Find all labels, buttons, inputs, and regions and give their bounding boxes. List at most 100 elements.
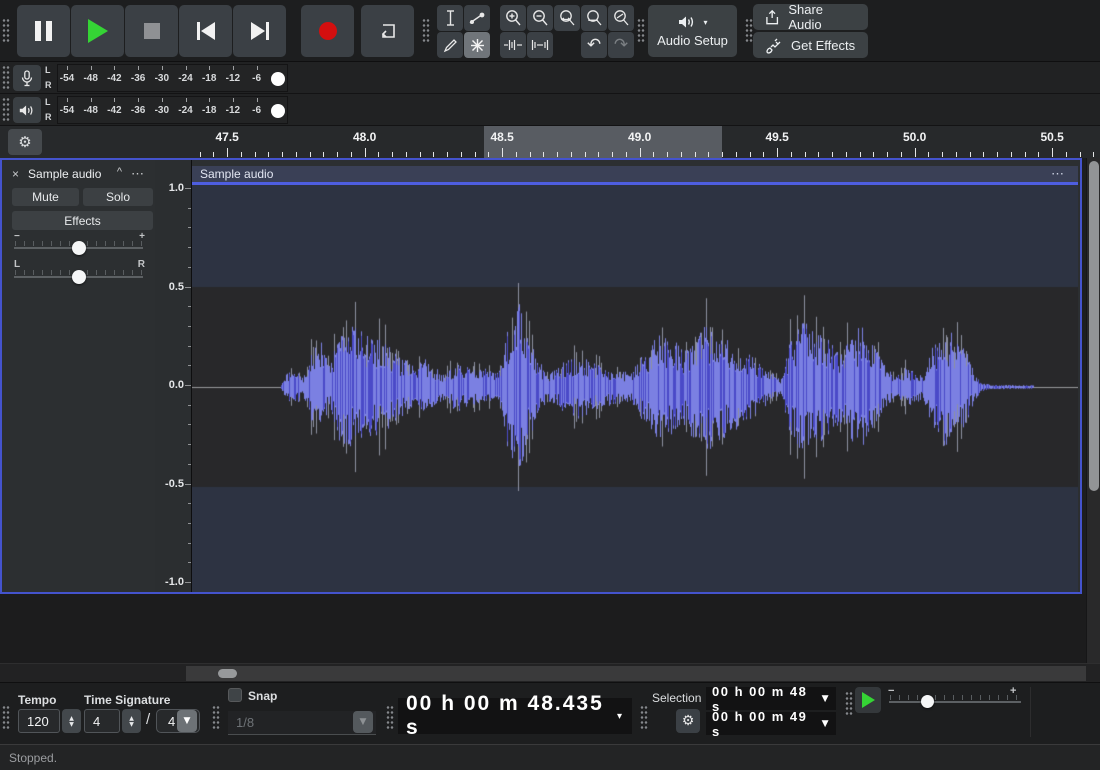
track-close-button[interactable]: × [12,167,19,181]
vertical-scrollbar-thumb[interactable] [1089,161,1099,491]
selection-toolbar-grip[interactable] [640,705,648,731]
selection-end-display[interactable]: 00 h 00 m 49 s ▼ [706,712,836,735]
playback-meter-grip[interactable] [2,97,10,123]
trim-audio-button[interactable] [500,32,526,58]
empty-track-space [0,594,1086,663]
playback-meter-button[interactable] [13,97,41,123]
horizontal-scrollbar-track[interactable] [186,666,1086,681]
play-button[interactable] [71,5,124,57]
play-at-speed-grip[interactable] [845,691,853,717]
meter-scale-tick [233,98,234,102]
get-effects-button[interactable]: Get Effects [753,32,868,58]
vertical-scale-ruler[interactable]: 1.00.50.0-0.5-1.0 [155,160,192,592]
caret-down-icon: ▼ [360,717,367,727]
recording-meter-button[interactable] [13,65,41,91]
recording-meter-grip[interactable] [2,65,10,91]
audio-clip[interactable]: Sample audio ⋯ [192,160,1078,592]
time-signature-upper-input[interactable]: 4 [84,709,120,733]
snap-interval-caret[interactable]: ▼ [353,711,373,733]
timeline-tick [365,148,366,157]
timeline-tick [915,148,916,157]
timeline-tick [1080,152,1081,157]
tempo-input[interactable]: 120 [18,709,60,733]
audio-setup-button[interactable]: ▾ Audio Setup [648,5,737,57]
skip-to-start-button[interactable] [179,5,232,57]
snap-checkbox[interactable] [228,688,242,702]
recording-meter-knob [271,72,285,86]
draw-tool-button[interactable] [437,32,463,58]
vertical-scrollbar[interactable] [1086,158,1100,663]
clip-header[interactable]: Sample audio [192,166,1078,182]
loop-button[interactable] [361,5,414,57]
timeline-tick [626,152,627,157]
envelope-tool-button[interactable] [464,5,490,31]
timeline-ruler[interactable]: ⚙ 47.548.048.549.049.550.050.5 [0,126,1100,158]
timeline-tick [1066,152,1067,157]
time-display-grip[interactable] [386,705,394,731]
zoom-fit-project-button[interactable] [581,5,607,31]
redo-button[interactable]: ↷ [608,32,634,58]
selection-start-display[interactable]: 00 h 00 m 48 s ▼ [706,687,836,710]
time-signature-upper-stepper[interactable]: ▲▼ [122,709,141,733]
record-button[interactable] [301,5,354,57]
speed-slider-thumb[interactable] [921,695,934,708]
timeline-tick [433,152,434,157]
timeline-gear-icon: ⚙ [18,133,31,151]
track-menu-button[interactable]: ⋯ [131,166,145,182]
caret-down-icon: ▼ [822,719,830,729]
mute-button[interactable]: Mute [12,188,79,206]
horizontal-scrollbar-thumb[interactable] [218,669,237,678]
timeline-tick [282,152,283,157]
horizontal-scrollbar[interactable] [0,663,1100,682]
timeline-selection-highlight [484,126,722,158]
timeline-tick [722,152,723,157]
effects-button[interactable]: Effects [12,211,153,230]
transport-toolbar-grip[interactable] [2,18,10,44]
pause-button[interactable] [17,5,70,57]
timeline-tick [640,148,641,157]
timeline-tick [708,152,709,157]
vruler-tick [188,208,191,209]
pan-slider-thumb[interactable] [72,270,86,284]
silence-audio-button[interactable] [527,32,553,58]
timeline-tick [213,152,214,157]
timeline-tick [268,152,269,157]
tools-toolbar-grip[interactable] [422,18,430,44]
solo-button[interactable]: Solo [83,188,153,206]
meter-scale-tick [257,66,258,70]
track-collapse-button[interactable]: ^ [117,166,122,178]
timeline-tick [791,152,792,157]
share-audio-button[interactable]: Share Audio [753,4,868,30]
track-title[interactable]: Sample audio [28,167,101,181]
multi-tool-button[interactable] [464,32,490,58]
timeline-tick [255,152,256,157]
snap-toolbar-grip[interactable] [212,705,220,731]
waveform-canvas[interactable] [192,185,1078,592]
tempo-stepper[interactable]: ▲▼ [62,709,81,733]
share-toolbar-grip[interactable] [745,18,753,44]
audio-position-display[interactable]: 00 h 00 m 48.435 s ▾ [398,698,632,734]
time-signature-lower-caret[interactable]: ▼ [177,710,197,732]
gain-slider-thumb[interactable] [72,241,86,255]
zoom-out-button[interactable] [527,5,553,31]
selection-options-button[interactable]: ⚙ [676,709,700,733]
skip-to-end-button[interactable] [233,5,286,57]
speed-slider-track[interactable] [889,701,1021,703]
audio-setup-toolbar-grip[interactable] [637,18,645,44]
playback-meter[interactable]: -54-48-42-36-30-24-18-12-6 [57,96,288,124]
recording-meter[interactable]: -54-48-42-36-30-24-18-12-6 [57,64,288,92]
play-at-speed-button[interactable] [855,687,881,713]
zoom-toggle-button[interactable] [608,5,634,31]
play-icon [88,19,108,43]
meter-scale-tick [138,66,139,70]
timeline-options-button[interactable]: ⚙ [8,129,42,155]
zoom-in-icon [504,9,522,27]
selection-tool-button[interactable] [437,5,463,31]
zoom-selection-button[interactable] [554,5,580,31]
stop-button[interactable] [125,5,178,57]
zoom-in-button[interactable] [500,5,526,31]
clip-menu-button[interactable]: ⋯ [1051,166,1066,182]
time-toolbar-grip[interactable] [2,705,10,731]
undo-button[interactable]: ↶ [581,32,607,58]
status-bar: Stopped. [0,744,1100,770]
